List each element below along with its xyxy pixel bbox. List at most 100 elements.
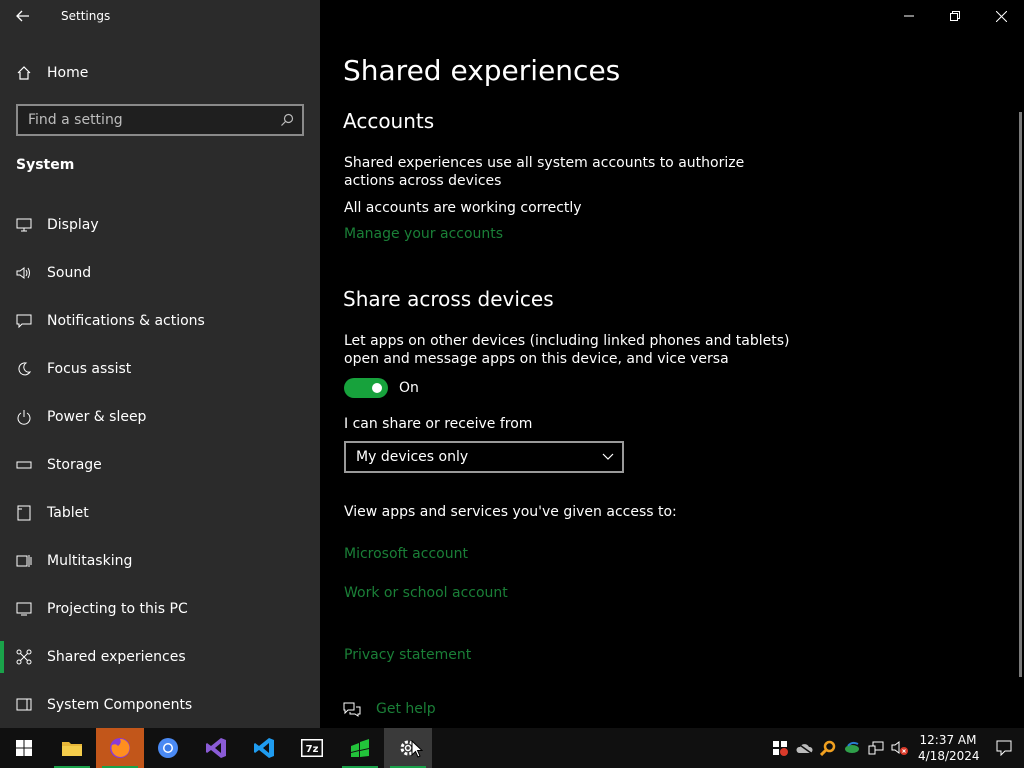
system-tray: 12:37 AM 4/18/2024 (768, 728, 1024, 768)
shared-experiences-icon (15, 648, 33, 666)
sidebar-item-home[interactable]: Home (0, 53, 320, 93)
power-icon (15, 408, 33, 426)
moon-icon (15, 360, 33, 378)
clock-time: 12:37 AM (919, 733, 977, 747)
accounts-heading: Accounts (343, 109, 435, 133)
sidebar-item-notifications[interactable]: Notifications & actions (0, 301, 320, 341)
svg-text:7z: 7z (306, 744, 319, 755)
minimize-button[interactable] (886, 0, 932, 32)
taskbar-visual-studio[interactable] (192, 728, 240, 768)
home-icon (15, 64, 33, 82)
folder-icon (62, 742, 82, 756)
tray-search-app[interactable] (816, 728, 840, 768)
sidebar-item-sound[interactable]: Sound (0, 253, 320, 293)
cloud-offline-icon (796, 742, 813, 754)
windows-logo-icon (16, 740, 32, 756)
back-arrow-icon (16, 10, 29, 22)
sidebar-item-label: Power & sleep (47, 409, 147, 425)
sidebar-item-shared-experiences[interactable]: Shared experiences (0, 637, 320, 677)
notification-icon (996, 740, 1012, 756)
get-help-row[interactable]: Get help (343, 701, 436, 717)
search-icon[interactable] (272, 113, 302, 127)
toggle-knob (372, 383, 382, 393)
restore-button[interactable] (932, 0, 978, 32)
privacy-statement-link[interactable]: Privacy statement (344, 647, 471, 663)
sidebar-item-storage[interactable]: Storage (0, 445, 320, 485)
firefox-icon (110, 738, 130, 758)
storage-icon (15, 456, 33, 474)
volume-muted-icon (891, 741, 908, 755)
sidebar-item-focus-assist[interactable]: Focus assist (0, 349, 320, 389)
manage-accounts-link[interactable]: Manage your accounts (344, 226, 503, 242)
tray-onedrive[interactable] (792, 728, 816, 768)
share-from-dropdown[interactable]: My devices only (344, 441, 624, 473)
clock-date: 4/18/2024 (918, 749, 980, 763)
tray-volume[interactable] (888, 728, 912, 768)
settings-content: Shared experiences Accounts Shared exper… (320, 0, 1024, 728)
sidebar-item-label: System Components (47, 697, 193, 713)
sidebar-item-label: Multitasking (47, 553, 133, 569)
scrollbar[interactable] (1019, 112, 1022, 677)
toggle-state-label: On (399, 380, 419, 396)
security-shield-icon (773, 741, 788, 756)
help-chat-icon (343, 702, 361, 717)
sidebar-item-projecting[interactable]: Projecting to this PC (0, 589, 320, 629)
sidebar-item-label: Sound (47, 265, 92, 281)
sidebar-item-label: Notifications & actions (47, 313, 205, 329)
accounts-description: Shared experiences use all system accoun… (344, 155, 745, 189)
share-toggle[interactable] (344, 378, 388, 398)
taskbar-game-app[interactable] (336, 728, 384, 768)
chrome-icon (158, 738, 178, 758)
back-button[interactable] (0, 0, 46, 32)
share-heading: Share across devices (343, 287, 554, 311)
dropdown-value: My devices only (356, 449, 469, 465)
notifications-icon (15, 312, 33, 330)
taskbar: 7z 12:37 AM 4/18/2024 (0, 728, 1024, 768)
taskbar-chrome[interactable] (144, 728, 192, 768)
sidebar-item-label: Home (47, 65, 89, 81)
globe-arrow-icon (845, 741, 859, 753)
sidebar-item-display[interactable]: Display (0, 205, 320, 245)
sidebar-item-label: Tablet (47, 505, 89, 521)
search-box[interactable] (16, 104, 304, 136)
green-app-icon (351, 739, 369, 757)
magnifier-icon (820, 740, 836, 756)
sound-icon (15, 264, 33, 282)
settings-sidebar: Settings Home System Display Sound Notif… (0, 0, 320, 728)
tablet-icon (15, 504, 33, 522)
clock[interactable]: 12:37 AM 4/18/2024 (918, 732, 980, 764)
chevron-down-icon (602, 453, 614, 460)
sidebar-item-tablet[interactable]: Tablet (0, 493, 320, 533)
taskbar-vscode[interactable] (240, 728, 288, 768)
multitasking-icon (15, 552, 33, 570)
taskbar-firefox[interactable] (96, 728, 144, 768)
sidebar-item-label: Projecting to this PC (47, 601, 188, 617)
start-button[interactable] (0, 728, 48, 768)
sidebar-item-multitasking[interactable]: Multitasking (0, 541, 320, 581)
sidebar-item-label: Focus assist (47, 361, 132, 377)
tray-network-app[interactable] (840, 728, 864, 768)
projecting-icon (15, 600, 33, 618)
vscode-icon (254, 738, 274, 758)
sidebar-item-power-sleep[interactable]: Power & sleep (0, 397, 320, 437)
tray-windows-security[interactable] (768, 728, 792, 768)
accounts-status: All accounts are working correctly (344, 200, 582, 216)
restore-icon (950, 11, 960, 21)
7zip-icon: 7z (301, 739, 323, 757)
action-center-button[interactable] (984, 728, 1024, 768)
microsoft-account-link[interactable]: Microsoft account (344, 546, 468, 562)
close-button[interactable] (978, 0, 1024, 32)
taskbar-settings[interactable] (384, 728, 432, 768)
taskbar-file-explorer[interactable] (48, 728, 96, 768)
display-icon (15, 216, 33, 234)
taskbar-7zip[interactable]: 7z (288, 728, 336, 768)
page-title: Shared experiences (343, 54, 621, 87)
work-school-account-link[interactable]: Work or school account (344, 585, 508, 601)
sidebar-item-system-components[interactable]: System Components (0, 685, 320, 725)
get-help-link[interactable]: Get help (376, 701, 436, 717)
sidebar-item-label: Display (47, 217, 99, 233)
close-icon (995, 10, 1007, 22)
share-description: Let apps on other devices (including lin… (344, 333, 790, 367)
tray-network[interactable] (864, 728, 888, 768)
search-input[interactable] (18, 111, 272, 129)
